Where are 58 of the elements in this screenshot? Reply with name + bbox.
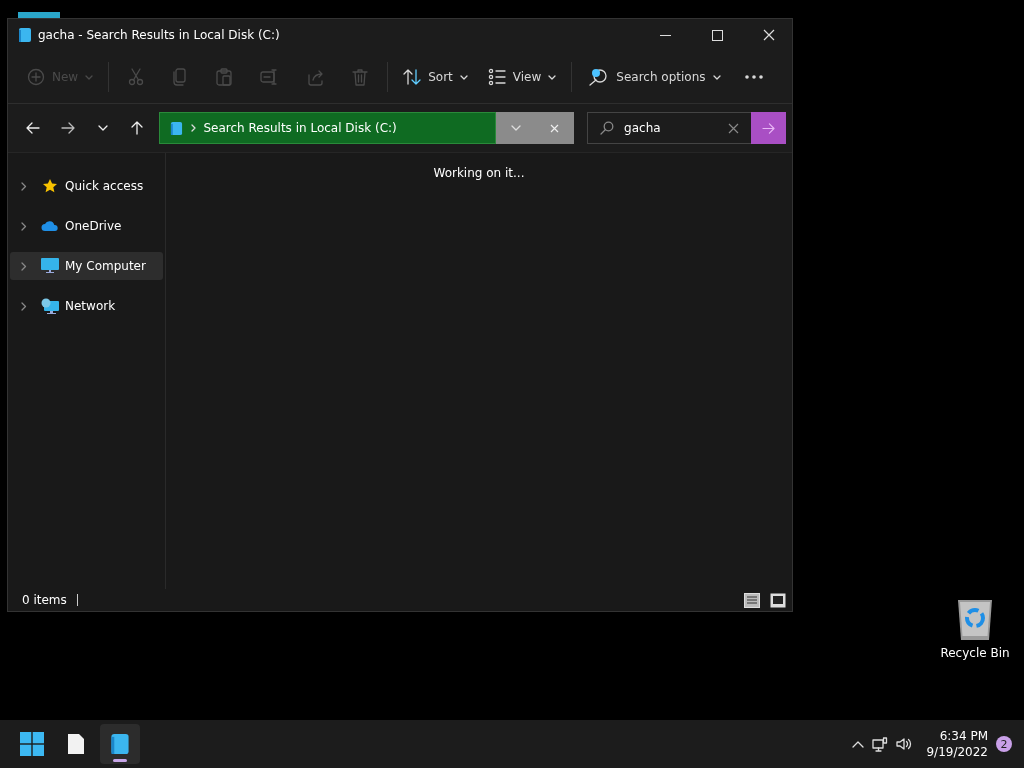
loading-message: Working on it...: [433, 166, 525, 182]
chevron-down-icon: [510, 125, 521, 131]
chevron-right-icon: [190, 124, 196, 132]
app-icon: [110, 732, 130, 756]
taskbar-button[interactable]: [100, 724, 140, 764]
chevron-down-icon: [712, 74, 721, 80]
arrow-right-icon: [761, 122, 775, 134]
sidebar-item[interactable]: Network: [10, 292, 163, 320]
close-icon[interactable]: [727, 122, 739, 134]
chevron-down-icon: [97, 125, 108, 131]
star-icon: [42, 178, 58, 194]
app-icon: [169, 120, 183, 136]
desktop-icon-label[interactable]: Recycle Bin: [940, 646, 1010, 660]
chevron-down-icon: [459, 74, 468, 80]
windows-logo-icon: [20, 732, 44, 756]
details-view-button[interactable]: [744, 592, 760, 608]
window-icon: [770, 592, 786, 608]
recycle-bin-icon[interactable]: [957, 598, 993, 640]
chevron-down-icon: [85, 74, 94, 80]
arrow-left-icon: [26, 122, 41, 134]
search-icon: [600, 121, 615, 135]
chevron-right-icon: [21, 181, 27, 191]
window-title: gacha - Search Results in Local Disk (C:): [38, 28, 281, 42]
address-path: Search Results in Local Disk (C:): [203, 121, 397, 135]
network-icon: [41, 297, 59, 315]
close-icon: [763, 29, 775, 41]
time-text: 6:34 PM: [939, 728, 988, 744]
date-text: 9/19/2022: [926, 744, 988, 760]
app-icon: [18, 27, 32, 43]
list-icon: [744, 592, 760, 608]
arrow-right-icon: [60, 122, 75, 134]
chevron-right-icon: [21, 301, 27, 311]
monitor-icon: [872, 736, 889, 752]
speaker-icon: [896, 737, 913, 751]
toolbar-button[interactable]: View: [478, 60, 566, 94]
tiles-view-button[interactable]: [770, 592, 786, 608]
cloud-icon: [41, 220, 59, 232]
chevron-right-icon: [21, 261, 27, 271]
notification-badge[interactable]: 2: [996, 736, 1012, 752]
maximize-icon: [711, 29, 723, 41]
monitor-icon: [41, 258, 59, 274]
arrow-up-icon: [131, 121, 144, 135]
item-count: 0 items: [22, 593, 67, 607]
address-bar[interactable]: Search Results in Local Disk (C:): [158, 112, 497, 144]
chevron-down-icon: [548, 74, 557, 80]
sidebar-item[interactable]: Quick access: [10, 172, 163, 200]
chevron-up-icon: [852, 740, 865, 748]
search-field[interactable]: gacha: [587, 112, 751, 144]
chevron-right-icon: [21, 221, 27, 231]
toolbar-button[interactable]: Sort: [394, 60, 477, 94]
clock[interactable]: 6:34 PM 9/19/2022: [926, 728, 988, 760]
sidebar-item[interactable]: OneDrive: [10, 212, 163, 240]
toolbar-button[interactable]: Search options: [578, 60, 730, 94]
file-icon: [67, 733, 85, 755]
sidebar-item[interactable]: My Computer: [10, 252, 163, 280]
minimize-icon: [659, 34, 671, 36]
search-button[interactable]: [750, 112, 786, 144]
close-icon: [550, 123, 560, 133]
